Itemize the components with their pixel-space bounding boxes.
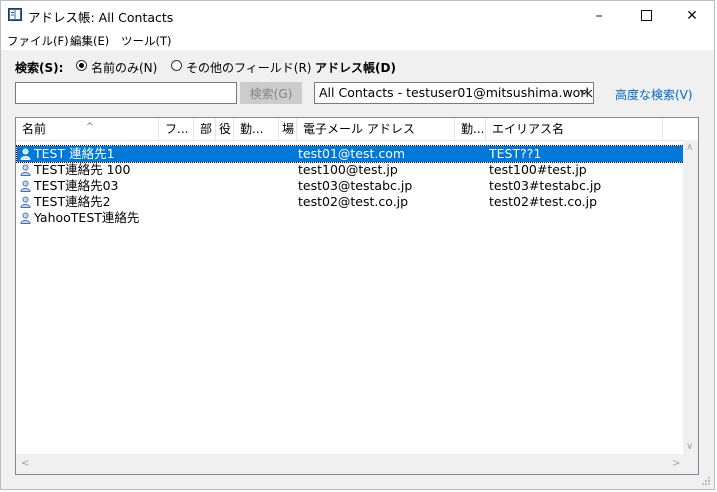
contacts-list: 名前 ^ フ... 部 役 勤... 場 電子メール アドレス 勤... エイリア… [15, 117, 699, 475]
column-location[interactable]: 場 [279, 118, 297, 140]
column-company[interactable]: 勤... [455, 118, 486, 140]
chevron-down-icon [579, 89, 589, 95]
address-book-icon [8, 8, 22, 21]
menu-bar: ファイル(F) 編集(E) ツール(T) [1, 30, 714, 50]
column-email[interactable]: 電子メール アドレス [297, 118, 455, 140]
menu-edit[interactable]: 編集(E) [70, 33, 109, 49]
maximize-icon [640, 10, 652, 21]
column-title[interactable]: 役 [216, 118, 234, 140]
maximize-button[interactable] [623, 1, 669, 30]
contact-name: TEST連絡先 100 [34, 162, 131, 177]
contact-alias: test100#test.jp [489, 162, 587, 177]
list-header: 名前 ^ フ... 部 役 勤... 場 電子メール アドレス 勤... エイリア… [16, 118, 698, 141]
column-filler [663, 118, 698, 140]
minimize-button[interactable]: – [576, 1, 622, 30]
list-item[interactable]: TEST連絡先03 test03@testabc.jp test03#testabc… [17, 178, 684, 194]
address-book-selected: All Contacts - testuser01@mitsushima.wor… [319, 85, 593, 100]
window-title: アドレス帳: All Contacts [28, 10, 174, 25]
scroll-left-icon[interactable]: < [21, 458, 29, 469]
list-item[interactable]: TEST連絡先2 test02@test.co.jp test02#test.co.… [17, 194, 684, 210]
contact-alias: test02#test.co.jp [489, 194, 598, 209]
contact-name: TEST 連絡先1 [34, 146, 115, 161]
list-item[interactable]: TEST連絡先 100 test100@test.jp test100#test.j… [17, 162, 684, 178]
contact-icon [20, 196, 31, 208]
contact-name: TEST連絡先03 [34, 178, 119, 193]
contact-name: YahooTEST連絡先 [34, 210, 140, 225]
search-label: 検索(S): [15, 61, 64, 75]
address-book-select[interactable]: All Contacts - testuser01@mitsushima.wor… [314, 82, 594, 104]
contact-icon [20, 212, 31, 224]
search-button[interactable]: 検索(G) [240, 82, 302, 104]
menu-file[interactable]: ファイル(F) [7, 33, 69, 49]
column-name[interactable]: 名前 ^ [16, 118, 159, 140]
vertical-scrollbar[interactable]: ∧ ∨ [683, 140, 698, 454]
radio-other-fields[interactable] [171, 60, 182, 71]
contact-email: test03@testabc.jp [298, 178, 413, 193]
scroll-down-icon[interactable]: ∨ [686, 441, 693, 452]
column-display-as[interactable]: フ... [159, 118, 194, 140]
contact-alias: test03#testabc.jp [489, 178, 602, 193]
radio-other-fields-label[interactable]: その他のフィールド(R) [186, 59, 311, 76]
contact-icon [20, 164, 31, 176]
list-item[interactable]: TEST 連絡先1 test01@test.com TEST??1 [16, 145, 685, 163]
contact-email: test100@test.jp [298, 162, 398, 177]
close-button[interactable]: ✕ [669, 1, 715, 30]
column-business-phone[interactable]: 勤... [234, 118, 279, 140]
contact-email: test02@test.co.jp [298, 194, 409, 209]
contact-icon [20, 148, 31, 160]
radio-name-only[interactable] [76, 60, 87, 71]
scroll-up-icon[interactable]: ∧ [686, 142, 693, 153]
horizontal-scrollbar[interactable]: < > [16, 454, 698, 474]
contact-email: test01@test.com [298, 146, 406, 161]
address-book-label: アドレス帳(D) [315, 61, 396, 75]
sort-ascending-icon: ^ [86, 122, 94, 132]
menu-tools[interactable]: ツール(T) [121, 33, 172, 49]
advanced-search-link[interactable]: 高度な検索(V) [615, 86, 693, 103]
contact-name: TEST連絡先2 [34, 194, 111, 209]
column-department[interactable]: 部 [194, 118, 216, 140]
search-input[interactable] [15, 82, 237, 104]
minimize-icon: – [595, 7, 603, 24]
scroll-right-icon[interactable]: > [672, 458, 680, 469]
contact-icon [20, 180, 31, 192]
resize-grip-icon[interactable] [701, 476, 711, 486]
address-book-window: アドレス帳: All Contacts – ✕ ファイル(F) 編集(E) ツー… [0, 0, 715, 490]
list-item[interactable]: YahooTEST連絡先 [17, 210, 684, 226]
title-bar: アドレス帳: All Contacts – ✕ [1, 1, 714, 30]
column-alias[interactable]: エイリアス名 [486, 118, 663, 140]
contact-alias: TEST??1 [489, 146, 542, 161]
close-icon: ✕ [686, 7, 698, 24]
radio-name-only-label[interactable]: 名前のみ(N) [91, 59, 157, 76]
